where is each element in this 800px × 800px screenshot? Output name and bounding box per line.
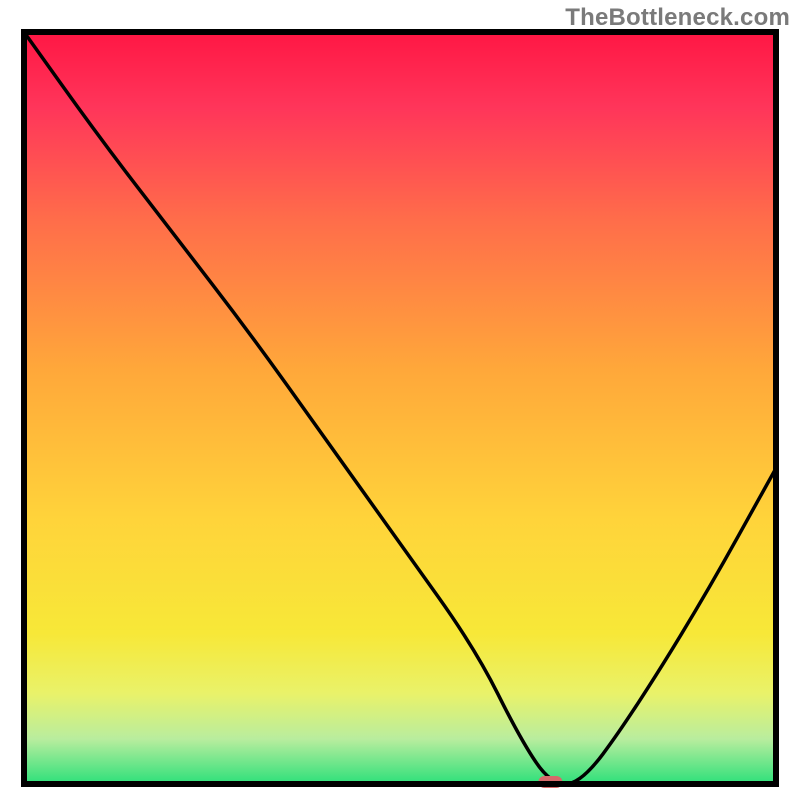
chart-container: TheBottleneck.com xyxy=(0,0,800,800)
plot-background xyxy=(24,32,776,784)
bottleneck-chart xyxy=(0,0,800,800)
